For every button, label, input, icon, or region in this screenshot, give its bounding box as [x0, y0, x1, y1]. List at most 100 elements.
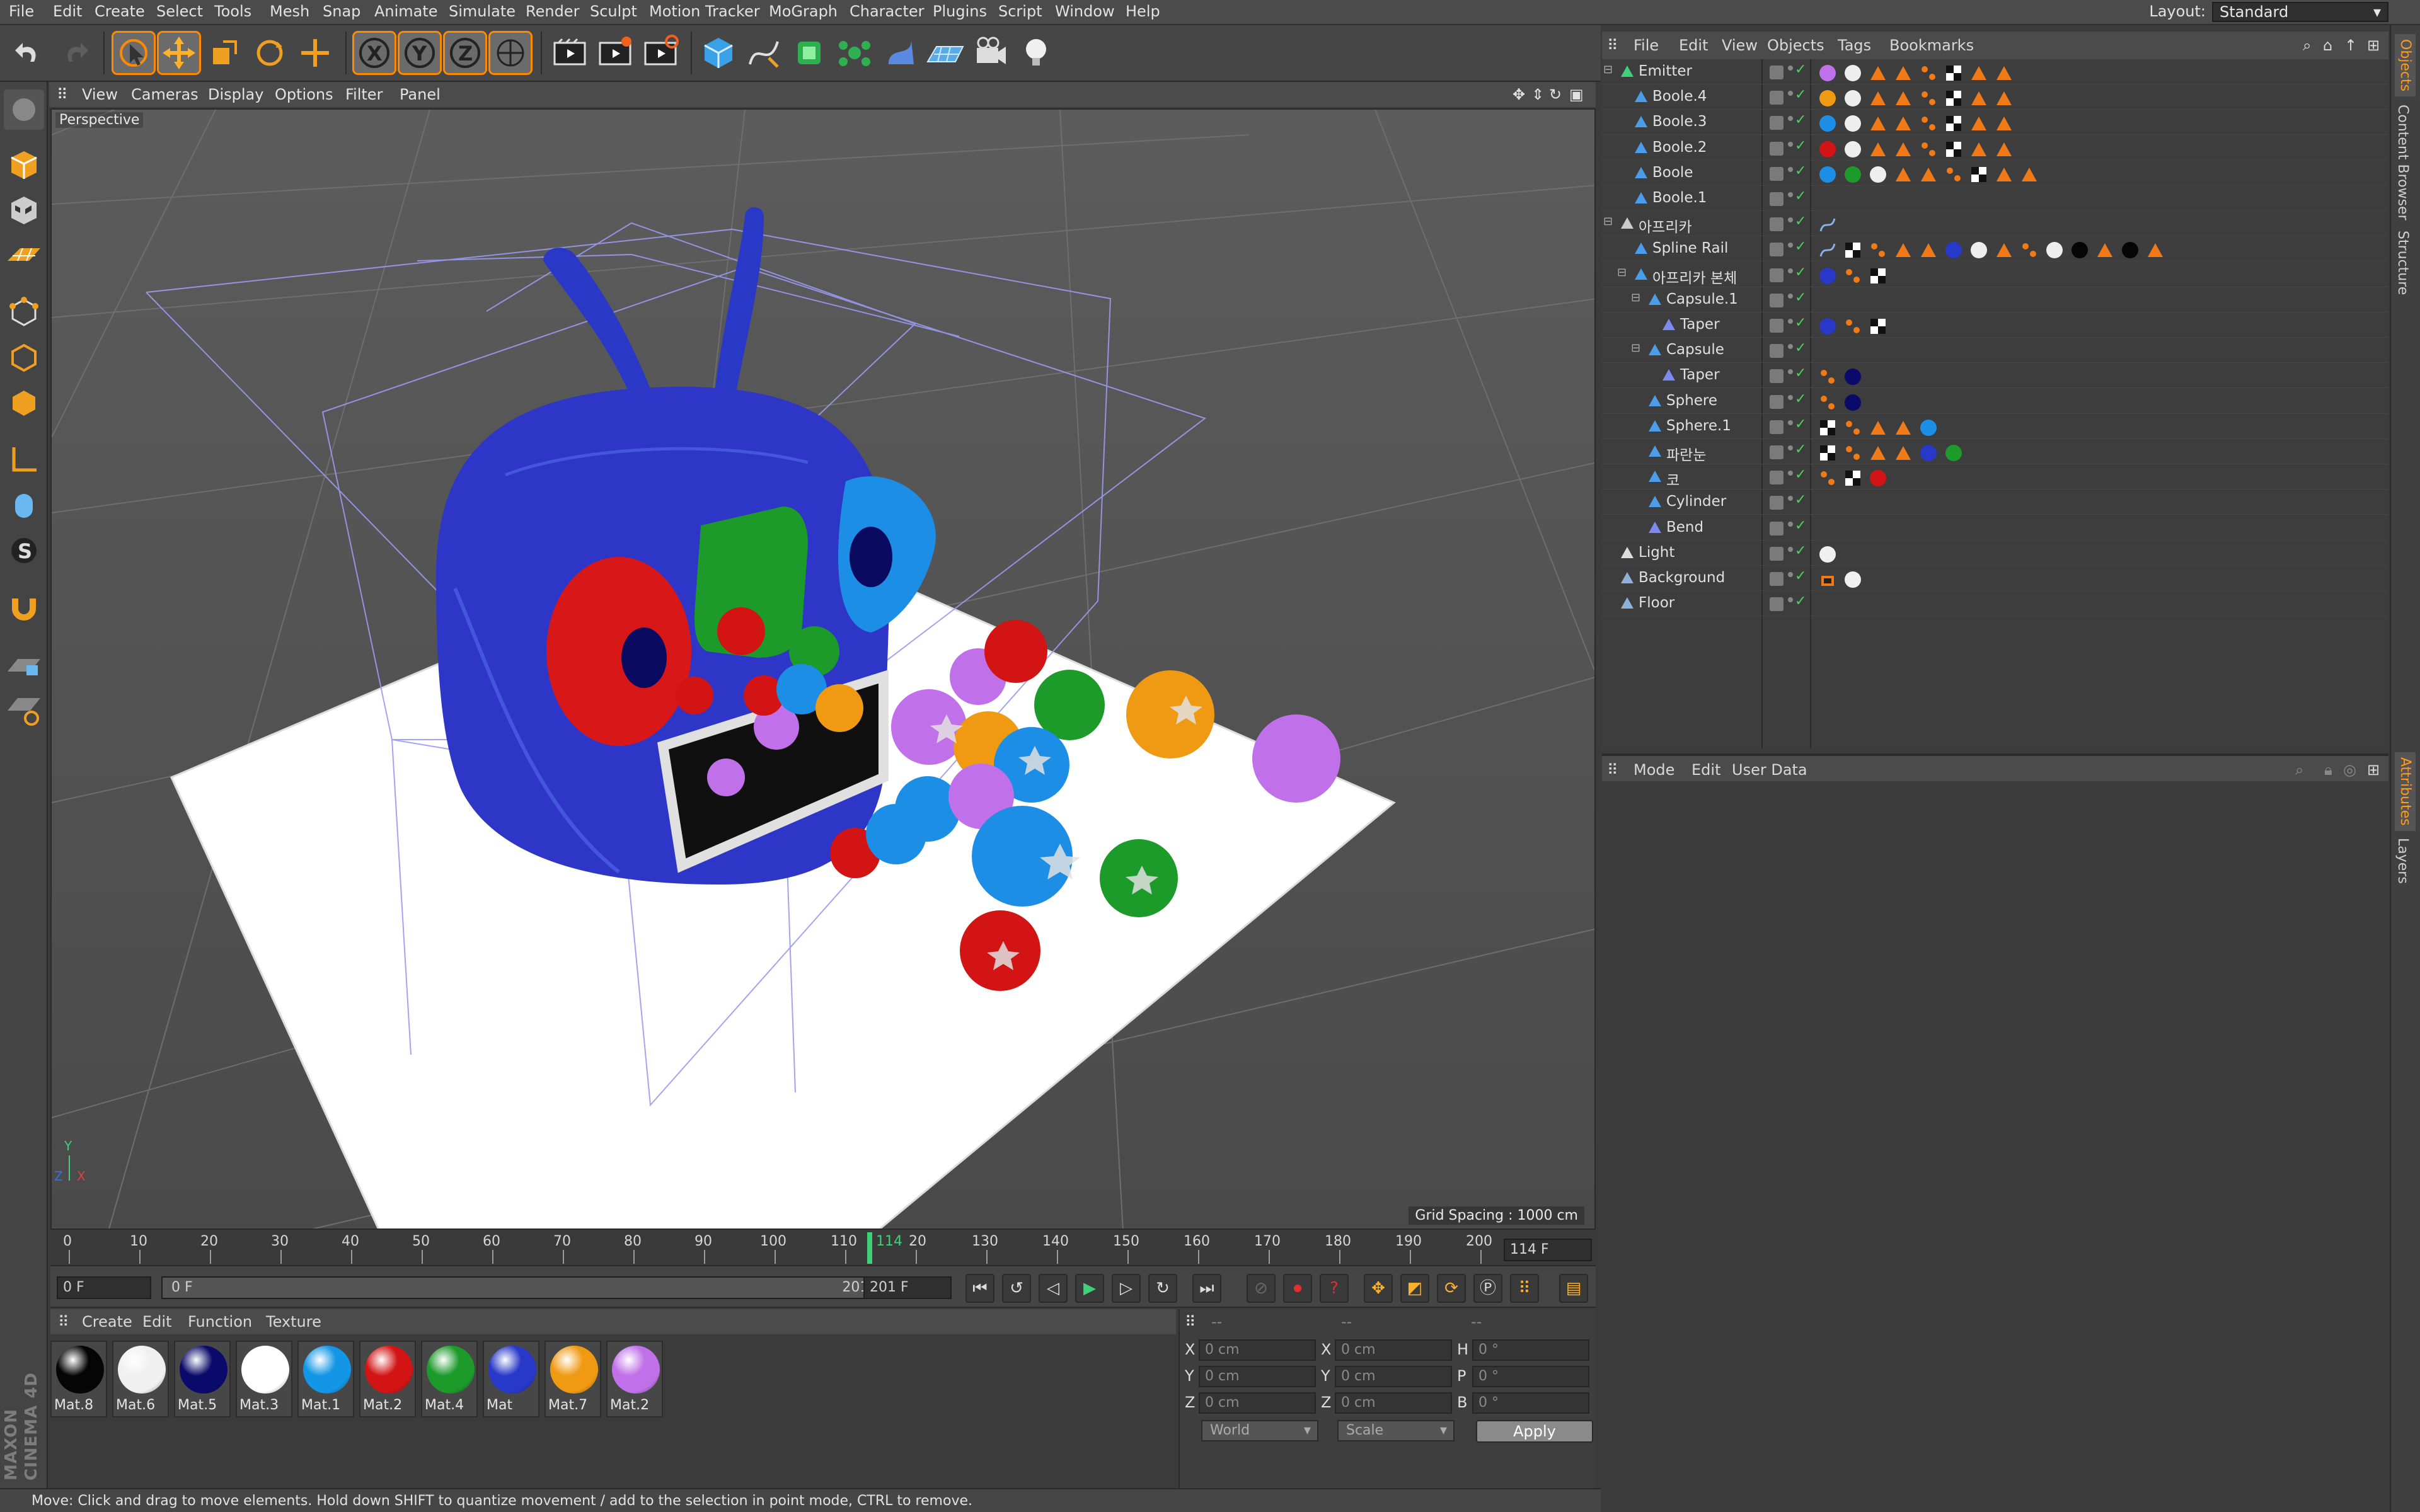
- render-visibility-dot[interactable]: [1788, 420, 1793, 425]
- editor-visibility-icon[interactable]: [1770, 572, 1783, 586]
- size-x-field[interactable]: 0 cm: [1335, 1339, 1452, 1361]
- render-visibility-dot[interactable]: [1788, 369, 1793, 375]
- render-visibility-dot[interactable]: [1788, 268, 1793, 273]
- render-visibility-dot[interactable]: [1788, 192, 1793, 197]
- object-menu-view[interactable]: View: [1722, 37, 1758, 54]
- uvw-tag-icon[interactable]: [1920, 115, 1937, 132]
- viewport-menu-panel[interactable]: Panel: [400, 86, 441, 103]
- attribute-menu-user-data[interactable]: User Data: [1732, 761, 1807, 779]
- menu-render[interactable]: Render: [526, 3, 579, 20]
- z-axis-icon[interactable]: Z: [443, 31, 487, 75]
- material-menu-edit[interactable]: Edit: [142, 1313, 171, 1331]
- uvw-tag-icon[interactable]: [1920, 89, 1937, 107]
- search-icon[interactable]: ⌕: [2295, 761, 2303, 779]
- menu-mesh[interactable]: Mesh: [270, 3, 309, 20]
- material-tag-icon[interactable]: [1945, 241, 1962, 259]
- attribute-menu-mode[interactable]: Mode: [1634, 761, 1674, 779]
- live-selection-icon[interactable]: [112, 31, 156, 75]
- phong-tag-icon[interactable]: [1970, 140, 1988, 158]
- previous-frame-icon[interactable]: ◁: [1039, 1274, 1068, 1303]
- phong-tag-icon[interactable]: [1995, 241, 2013, 259]
- record-active-objects-icon[interactable]: ⊘: [1247, 1274, 1276, 1303]
- uvw-tag-icon[interactable]: [1869, 241, 1887, 259]
- uvw-tag-icon[interactable]: [1920, 64, 1937, 82]
- object-row[interactable]: Boole.4 ✓: [1602, 84, 2388, 110]
- texture-tag-icon[interactable]: [1945, 115, 1962, 132]
- material-menu-texture[interactable]: Texture: [266, 1313, 321, 1331]
- object-row[interactable]: ⊟ Capsule.1 ✓: [1602, 287, 2388, 312]
- phong-tag-icon[interactable]: [1869, 419, 1887, 437]
- viewport-menu-cameras[interactable]: Cameras: [131, 86, 199, 103]
- editor-visibility-icon[interactable]: [1770, 243, 1783, 257]
- enabled-check-icon[interactable]: ✓: [1795, 163, 1806, 179]
- timeline-ruler[interactable]: 0 10 20 30 40 50 60 70 80 90 100 110 114…: [50, 1230, 1596, 1266]
- phong-tag-icon[interactable]: [1894, 166, 1912, 183]
- phong-tag-icon[interactable]: [2020, 166, 2038, 183]
- enabled-check-icon[interactable]: ✓: [1795, 62, 1806, 77]
- make-editable-icon[interactable]: [4, 89, 44, 130]
- editor-visibility-icon[interactable]: [1770, 369, 1783, 384]
- lock-icon[interactable]: 🔒︎: [2324, 761, 2332, 779]
- key-rotation-icon[interactable]: ⟳: [1437, 1274, 1466, 1303]
- phong-tag-icon[interactable]: [1995, 64, 2013, 82]
- render-settings-icon[interactable]: [640, 33, 681, 73]
- editor-visibility-icon[interactable]: [1770, 293, 1783, 307]
- phong-tag-icon[interactable]: [1894, 115, 1912, 132]
- material-tag-icon[interactable]: [2046, 241, 2063, 259]
- go-to-start-icon[interactable]: ⏮: [965, 1274, 994, 1303]
- texture-tag-icon[interactable]: [1869, 267, 1887, 285]
- object-row[interactable]: Boole.3 ✓: [1602, 110, 2388, 135]
- texture-tag-icon[interactable]: [1844, 241, 1862, 259]
- material-tag-icon[interactable]: [1819, 64, 1836, 82]
- axis-mode-icon[interactable]: [4, 440, 44, 480]
- material-tag-icon[interactable]: [1819, 89, 1836, 107]
- texture-tag-icon[interactable]: [1945, 89, 1962, 107]
- phong-tag-icon[interactable]: [1970, 115, 1988, 132]
- uvw-tag-icon[interactable]: [1920, 140, 1937, 158]
- expand-toggle-icon[interactable]: ⊟: [1617, 266, 1627, 279]
- editor-visibility-icon[interactable]: [1770, 91, 1783, 105]
- menu-select[interactable]: Select: [156, 3, 203, 20]
- target-icon[interactable]: ◎: [2343, 761, 2356, 779]
- material-swatch[interactable]: Mat.6: [112, 1341, 169, 1418]
- current-frame-field[interactable]: 114 F: [1504, 1239, 1592, 1261]
- home-icon[interactable]: ⌂: [2323, 37, 2332, 54]
- editor-visibility-icon[interactable]: [1770, 141, 1783, 156]
- rotate-view-icon[interactable]: ↻: [1549, 86, 1562, 103]
- spline-tag-icon[interactable]: [1819, 216, 1836, 234]
- object-row[interactable]: Floor ✓: [1602, 591, 2388, 617]
- menu-simulate[interactable]: Simulate: [449, 3, 516, 20]
- spline-tag-icon[interactable]: [1819, 241, 1836, 259]
- editor-visibility-icon[interactable]: [1770, 116, 1783, 130]
- enabled-check-icon[interactable]: ✓: [1795, 593, 1806, 609]
- menu-animate[interactable]: Animate: [374, 3, 438, 20]
- expand-toggle-icon[interactable]: ⊟: [1603, 63, 1613, 76]
- material-tag-icon[interactable]: [1844, 115, 1862, 132]
- enabled-check-icon[interactable]: ✓: [1795, 138, 1806, 154]
- phong-tag-icon[interactable]: [1894, 444, 1912, 462]
- model-mode-icon[interactable]: [4, 145, 44, 185]
- drag-handle-icon[interactable]: ⠿: [58, 1313, 69, 1331]
- material-swatch[interactable]: Mat.8: [50, 1341, 107, 1418]
- autokeying-icon[interactable]: ⏺: [1283, 1274, 1312, 1303]
- camera-icon[interactable]: [971, 33, 1011, 73]
- undo-icon[interactable]: [9, 33, 49, 73]
- menu-mograph[interactable]: MoGraph: [769, 3, 838, 20]
- render-visibility-dot[interactable]: [1788, 166, 1793, 172]
- phong-tag-icon[interactable]: [1894, 89, 1912, 107]
- object-row[interactable]: Taper ✓: [1602, 312, 2388, 338]
- enabled-check-icon[interactable]: ✓: [1795, 365, 1806, 381]
- editor-visibility-icon[interactable]: [1770, 166, 1783, 181]
- drag-handle-icon[interactable]: ⠿: [1607, 37, 1618, 54]
- texture-tag-icon[interactable]: [1945, 64, 1962, 82]
- y-axis-icon[interactable]: Y: [398, 31, 442, 75]
- editor-visibility-icon[interactable]: [1770, 344, 1783, 358]
- object-row[interactable]: ⊟ 아프리카 본체 ✓: [1602, 262, 2388, 287]
- uvw-tag-icon[interactable]: [1844, 419, 1862, 437]
- phong-tag-icon[interactable]: [1920, 241, 1937, 259]
- tab-layers[interactable]: Layers: [2395, 838, 2411, 884]
- tab-objects[interactable]: Objects: [2395, 34, 2416, 97]
- material-tag-icon[interactable]: [1819, 140, 1836, 158]
- material-swatch[interactable]: Mat.2: [606, 1341, 663, 1418]
- uvw-tag-icon[interactable]: [1819, 469, 1836, 487]
